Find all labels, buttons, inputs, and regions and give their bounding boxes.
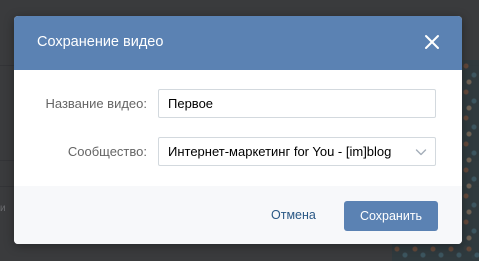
community-select[interactable]: Интернет-маркетинг for You - [im]blog <box>158 137 436 166</box>
dialog-title: Сохранение видео <box>37 34 164 50</box>
video-name-label: Название видео: <box>45 96 147 111</box>
close-icon <box>425 35 439 49</box>
chevron-down-icon <box>415 149 427 156</box>
cancel-button[interactable]: Отмена <box>271 208 316 222</box>
background-text-fragment: и <box>0 203 6 214</box>
dialog-header: Сохранение видео <box>14 16 462 70</box>
background-image <box>462 60 479 261</box>
dialog-footer: Отмена Сохранить <box>14 186 462 244</box>
background-image <box>392 243 479 261</box>
save-video-dialog: Сохранение видео Название видео: Сообщес… <box>14 16 462 244</box>
community-selected-value: Интернет-маркетинг for You - [im]blog <box>168 144 392 159</box>
close-button[interactable] <box>419 29 445 55</box>
community-label: Сообщество: <box>67 144 147 159</box>
save-button[interactable]: Сохранить <box>344 201 438 231</box>
video-name-input[interactable] <box>158 89 436 118</box>
